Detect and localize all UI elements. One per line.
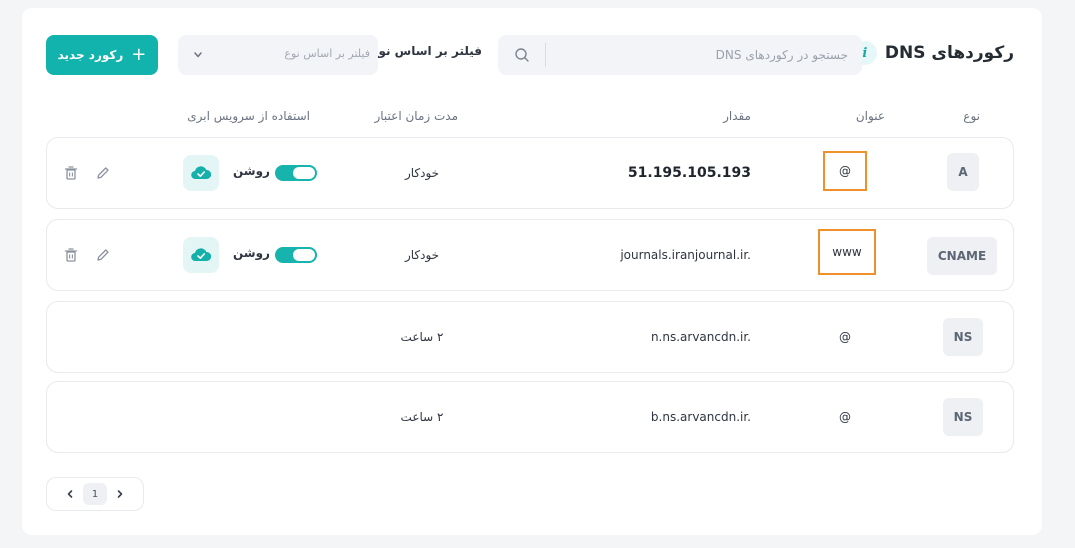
cloud-toggle-label: روشن (233, 246, 270, 260)
chevron-down-icon (194, 52, 202, 58)
toolbar: رکوردهای DNS i فیلتر بر اساس نوع فیلتر ب… (22, 8, 1042, 98)
new-record-button[interactable]: + رکورد جدید (46, 35, 158, 75)
page-number[interactable]: 1 (83, 483, 107, 505)
cloud-check-icon[interactable] (183, 237, 219, 273)
trash-icon[interactable] (62, 164, 80, 182)
cloud-toggle-label: روشن (233, 164, 270, 178)
pagination: 1 (46, 477, 144, 511)
table-row: CNAME www journals.iranjournal.ir. خودکا… (46, 219, 1014, 291)
record-name: @ (839, 330, 851, 344)
filter-label: فیلتر بر اساس نوع (370, 44, 482, 58)
record-ttl: خودکار (404, 166, 440, 180)
new-record-label: رکورد جدید (57, 48, 124, 62)
pencil-icon[interactable] (94, 246, 112, 264)
pencil-icon[interactable] (94, 164, 112, 182)
record-ttl: ۲ ساعت (400, 330, 444, 344)
filter-placeholder: فیلتر بر اساس نوع (284, 47, 370, 60)
record-value: n.ns.arvancdn.ir. (650, 330, 751, 344)
plus-icon: + (131, 44, 147, 65)
record-name: @ (839, 410, 851, 424)
chevron-left-icon[interactable] (63, 487, 77, 501)
record-type-badge: NS (943, 398, 983, 436)
column-header-type: نوع (963, 109, 980, 123)
type-filter-select[interactable]: فیلتر بر اساس نوع (178, 35, 378, 75)
record-name: www (818, 229, 876, 275)
record-value: 51.195.105.193 (627, 165, 751, 181)
chevron-right-icon[interactable] (113, 487, 127, 501)
title-area: رکوردهای DNS i (852, 39, 1014, 67)
cloud-toggle[interactable] (275, 165, 317, 181)
search-divider (545, 43, 546, 67)
column-header-name: عنوان (855, 109, 885, 123)
column-header-ttl: مدت زمان اعتبار (374, 109, 458, 123)
record-type-badge: A (947, 153, 979, 191)
column-header-value: مقدار (723, 109, 751, 123)
record-ttl: ۲ ساعت (400, 410, 444, 424)
cloud-toggle[interactable] (275, 247, 317, 263)
record-ttl: خودکار (404, 248, 440, 262)
trash-icon[interactable] (62, 246, 80, 264)
column-header-cloud: استفاده از سرویس ابری (187, 109, 310, 123)
dns-records-card: رکوردهای DNS i فیلتر بر اساس نوع فیلتر ب… (22, 8, 1042, 535)
table-row: NS @ b.ns.arvancdn.ir. ۲ ساعت (46, 381, 1014, 453)
search-box (498, 35, 862, 75)
page-title: رکوردهای DNS (884, 43, 1014, 63)
table-row: NS @ n.ns.arvancdn.ir. ۲ ساعت (46, 301, 1014, 373)
toggle-knob (293, 249, 315, 261)
table-row: A @ 51.195.105.193 خودکار روشن (46, 137, 1014, 209)
record-type-badge: NS (943, 318, 983, 356)
record-value: journals.iranjournal.ir. (620, 248, 751, 262)
record-type-badge: CNAME (927, 237, 997, 275)
search-icon[interactable] (514, 47, 530, 63)
cloud-check-icon[interactable] (183, 155, 219, 191)
toggle-knob (293, 167, 315, 179)
record-name: @ (823, 151, 867, 191)
search-input[interactable] (548, 35, 848, 75)
record-value: b.ns.arvancdn.ir. (650, 410, 751, 424)
